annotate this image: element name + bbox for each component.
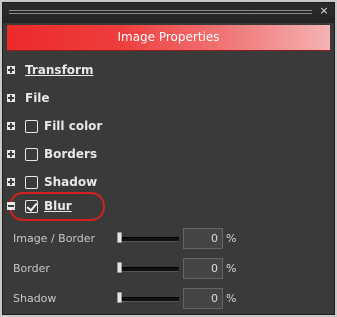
slider-track: [119, 297, 179, 302]
grip-line: [9, 10, 312, 11]
panel-title: Image Properties: [117, 30, 220, 44]
percent-unit: %: [226, 291, 237, 305]
slider-track: [119, 267, 179, 272]
percent-unit: %: [226, 261, 237, 275]
blur-shadow-label: Shadow: [13, 291, 57, 305]
shadow-checkbox[interactable]: [25, 175, 38, 189]
image-properties-panel: × Image Properties Transform File Fill c…: [2, 2, 335, 315]
blur-image-border-input[interactable]: 0: [183, 227, 223, 249]
panel-top-bar[interactable]: ×: [3, 3, 334, 23]
blur-image-border-label: Image / Border: [13, 231, 96, 245]
slider-track: [119, 237, 179, 242]
collapse-minus-icon[interactable]: [7, 202, 15, 210]
section-label-borders: Borders: [44, 147, 98, 161]
expand-plus-icon[interactable]: [7, 178, 15, 186]
blur-shadow-row: Shadow 0 %: [13, 286, 236, 310]
section-borders[interactable]: Borders: [7, 143, 97, 165]
section-label-blur: Blur: [44, 199, 72, 213]
expand-plus-icon[interactable]: [7, 66, 15, 74]
section-file[interactable]: File: [7, 87, 50, 109]
grip-line: [9, 13, 312, 14]
blur-border-slider[interactable]: [117, 258, 179, 278]
section-label-file: File: [25, 91, 50, 105]
panel-title-bar: Image Properties: [7, 25, 330, 51]
section-label-shadow: Shadow: [44, 175, 98, 189]
section-fill-color[interactable]: Fill color: [7, 115, 102, 137]
slider-thumb[interactable]: [117, 262, 122, 273]
section-transform[interactable]: Transform: [7, 59, 93, 81]
slider-thumb[interactable]: [117, 232, 122, 243]
percent-unit: %: [226, 231, 237, 245]
blur-shadow-slider[interactable]: [117, 288, 179, 308]
blur-image-border-row: Image / Border 0 %: [13, 226, 236, 250]
borders-checkbox[interactable]: [25, 147, 38, 161]
blur-border-row: Border 0 %: [13, 256, 236, 280]
close-icon[interactable]: ×: [318, 5, 330, 17]
section-label-transform: Transform: [25, 63, 94, 77]
blur-border-label: Border: [13, 261, 50, 275]
blur-shadow-input[interactable]: 0: [183, 287, 223, 309]
blur-border-input[interactable]: 0: [183, 257, 223, 279]
expand-plus-icon[interactable]: [7, 122, 15, 130]
fill-color-checkbox[interactable]: [25, 119, 38, 133]
blur-image-border-slider[interactable]: [117, 228, 179, 248]
slider-thumb[interactable]: [117, 292, 122, 303]
blur-checkbox[interactable]: [25, 199, 38, 213]
expand-plus-icon[interactable]: [7, 150, 15, 158]
section-shadow[interactable]: Shadow: [7, 171, 97, 193]
section-blur[interactable]: Blur: [7, 195, 72, 217]
expand-plus-icon[interactable]: [7, 94, 15, 102]
section-label-fill-color: Fill color: [44, 119, 103, 133]
